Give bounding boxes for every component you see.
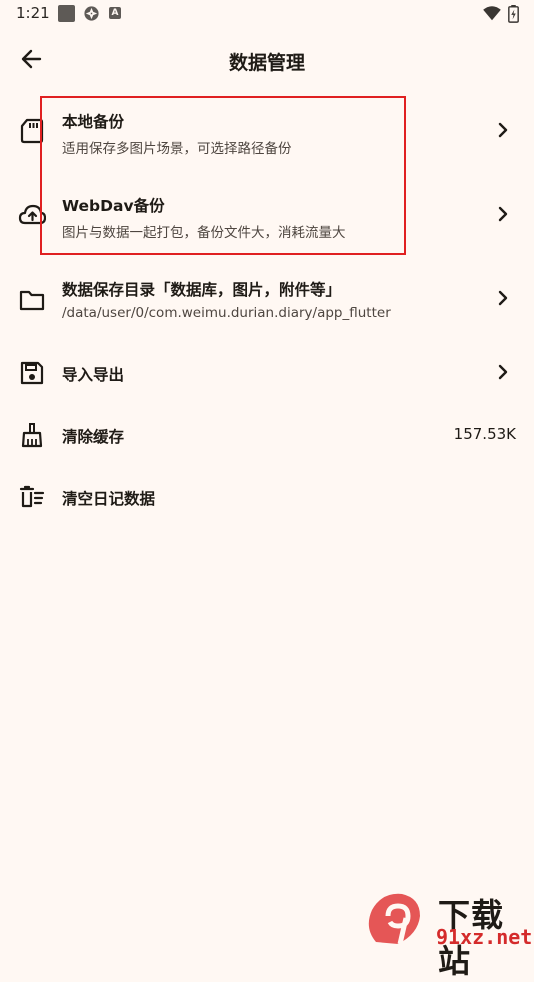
wifi-icon <box>483 6 501 21</box>
data-directory-title: 数据保存目录「数据库，图片，附件等」 <box>62 281 342 299</box>
webdav-backup-subtitle: 图片与数据一起打包，备份文件大，消耗流量大 <box>62 225 346 241</box>
data-directory-path: /data/user/0/com.weimu.durian.diary/app_… <box>62 305 391 321</box>
folder-icon <box>19 290 45 311</box>
cache-size-value: 157.53K <box>453 425 516 443</box>
a-icon-glyph: A <box>111 8 119 18</box>
page-title: 数据管理 <box>228 52 305 74</box>
local-backup-item[interactable]: 本地备份 适用保存多图片场景，可选择路径备份 <box>0 100 534 170</box>
broom-icon <box>21 423 43 448</box>
sd-card-icon <box>20 118 44 144</box>
delete-list-icon <box>19 485 45 508</box>
save-icon <box>20 361 44 385</box>
clear-cache-item[interactable]: 清除缓存 157.53K <box>0 414 534 456</box>
clear-diary-data-title: 清空日记数据 <box>62 490 156 508</box>
chevron-right-icon <box>498 122 508 138</box>
chevron-right-icon <box>498 206 508 222</box>
import-export-item[interactable]: 导入导出 <box>0 352 534 394</box>
local-backup-title: 本地备份 <box>62 113 125 131</box>
clear-cache-title: 清除缓存 <box>62 428 125 446</box>
data-directory-item[interactable]: 数据保存目录「数据库，图片，附件等」 /data/user/0/com.weim… <box>0 268 534 338</box>
clear-diary-data-item[interactable]: 清空日记数据 <box>0 476 534 518</box>
watermark-url: 91xz.net <box>436 925 533 949</box>
battery-icon <box>508 5 519 23</box>
status-bar: 1:21 A <box>0 0 534 28</box>
webdav-backup-item[interactable]: WebDav备份 图片与数据一起打包，备份文件大，消耗流量大 <box>0 184 534 254</box>
chevron-right-icon <box>498 364 508 380</box>
webdav-backup-title: WebDav备份 <box>62 197 165 215</box>
cloud-upload-icon <box>18 204 46 225</box>
square-notification-icon <box>58 5 75 22</box>
local-backup-subtitle: 适用保存多图片场景，可选择路径备份 <box>62 141 292 157</box>
import-export-title: 导入导出 <box>62 366 125 384</box>
chevron-right-icon <box>498 290 508 306</box>
a-icon: A <box>109 7 121 19</box>
status-time: 1:21 <box>16 4 50 22</box>
aperture-icon <box>84 6 99 21</box>
app-bar: 数据管理 <box>0 36 534 82</box>
